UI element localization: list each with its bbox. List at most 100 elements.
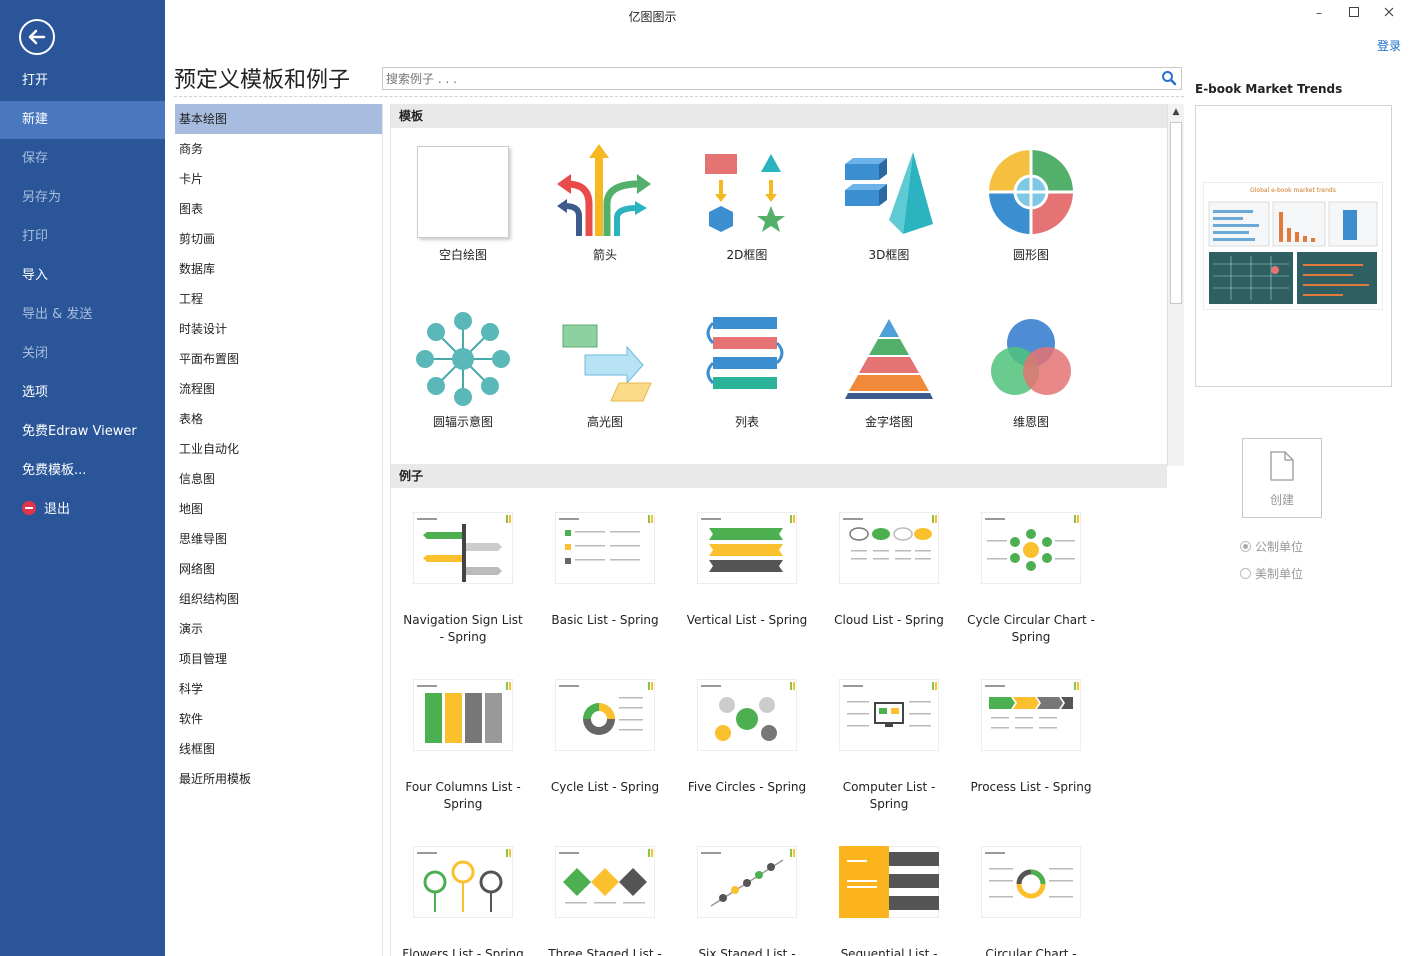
example-circular-chart[interactable]: Circular Chart - <box>960 846 1102 956</box>
example-thumbnail <box>413 679 513 751</box>
nav-export-send[interactable]: 导出 & 发送 <box>0 296 165 334</box>
create-button[interactable]: 创建 <box>1242 438 1322 518</box>
nav-options[interactable]: 选项 <box>0 374 165 412</box>
example-vertical-list[interactable]: Vertical List - Spring <box>676 512 818 662</box>
template-label: 2D框图 <box>726 248 768 262</box>
template-arrows[interactable]: 箭头 <box>540 142 670 292</box>
nav-exit[interactable]: 退出 <box>0 491 165 529</box>
nav-open[interactable]: 打开 <box>0 62 165 100</box>
category-item[interactable]: 信息图 <box>175 464 382 494</box>
back-button[interactable] <box>19 19 55 55</box>
back-arrow-icon <box>28 29 46 45</box>
example-label: Six Staged List - <box>698 947 796 956</box>
category-item[interactable]: 工业自动化 <box>175 434 382 464</box>
metric-units-option[interactable]: 公制单位 <box>1240 538 1303 555</box>
category-item[interactable]: 项目管理 <box>175 644 382 674</box>
example-thumbnail <box>981 512 1081 584</box>
nav-free-templates[interactable]: 免费模板... <box>0 452 165 490</box>
category-item[interactable]: 线框图 <box>175 734 382 764</box>
example-thumbnail <box>697 846 797 918</box>
nav-import[interactable]: 导入 <box>0 257 165 295</box>
nav-print[interactable]: 打印 <box>0 218 165 256</box>
pyramid-icon <box>839 309 939 409</box>
template-blank[interactable]: 空白绘图 <box>398 142 528 292</box>
example-cycle-list[interactable]: Cycle List - Spring <box>534 679 676 829</box>
app-window: 打开 新建 保存 另存为 打印 导入 导出 & 发送 关闭 选项 免费Edraw… <box>0 0 1409 956</box>
example-cloud-list[interactable]: Cloud List - Spring <box>818 512 960 662</box>
preview-thumbnail: Global e-book market trends <box>1203 182 1383 310</box>
template-gallery: 模板 空白绘图 箭头 2D框图 3D框图 圆形图 圆辐示意图 高光图 列表 金字… <box>390 104 1184 956</box>
example-label: Four Columns List - Spring <box>405 780 521 811</box>
search-icon[interactable] <box>1161 70 1177 86</box>
category-item[interactable]: 演示 <box>175 614 382 644</box>
category-item[interactable]: 流程图 <box>175 374 382 404</box>
highlight-icon <box>555 309 655 409</box>
example-three-staged-list[interactable]: Three Staged List - <box>534 846 676 956</box>
example-thumbnail <box>839 512 939 584</box>
template-3d-block[interactable]: 3D框图 <box>824 142 954 292</box>
example-four-columns-list[interactable]: Four Columns List - Spring <box>392 679 534 829</box>
nav-close[interactable]: 关闭 <box>0 335 165 373</box>
category-item[interactable]: 商务 <box>175 134 382 164</box>
category-item[interactable]: 平面布置图 <box>175 344 382 374</box>
minimize-button[interactable]: – <box>1308 4 1330 22</box>
3d-block-icon <box>839 142 939 242</box>
nav-free-viewer[interactable]: 免费Edraw Viewer <box>0 413 165 451</box>
gallery-scrollbar[interactable]: ▲ <box>1167 104 1184 466</box>
category-item[interactable]: 表格 <box>175 404 382 434</box>
nav-exit-label: 退出 <box>44 502 71 517</box>
pie-circle-icon <box>981 142 1081 242</box>
divider <box>174 96 1184 97</box>
example-six-staged-list[interactable]: Six Staged List - <box>676 846 818 956</box>
category-item[interactable]: 地图 <box>175 494 382 524</box>
example-navigation-sign-list[interactable]: Navigation Sign List - Spring <box>392 512 534 662</box>
category-item[interactable]: 卡片 <box>175 164 382 194</box>
template-radial[interactable]: 圆辐示意图 <box>398 309 528 459</box>
example-computer-list[interactable]: Computer List - Spring <box>818 679 960 829</box>
template-highlight[interactable]: 高光图 <box>540 309 670 459</box>
maximize-button[interactable] <box>1343 4 1365 22</box>
template-label: 维恩图 <box>1012 415 1049 429</box>
example-five-circles[interactable]: Five Circles - Spring <box>676 679 818 829</box>
template-list[interactable]: 列表 <box>682 309 812 459</box>
template-pyramid[interactable]: 金字塔图 <box>824 309 954 459</box>
example-flowers-list[interactable]: Flowers List - Spring <box>392 846 534 956</box>
close-button[interactable] <box>1378 4 1400 22</box>
category-item[interactable]: 网络图 <box>175 554 382 584</box>
us-units-option[interactable]: 美制单位 <box>1240 565 1303 582</box>
category-item[interactable]: 思维导图 <box>175 524 382 554</box>
category-item[interactable]: 剪切画 <box>175 224 382 254</box>
page-title: 预定义模板和例子 <box>174 68 351 93</box>
template-label: 高光图 <box>586 415 623 429</box>
example-label: Cloud List - Spring <box>834 613 944 627</box>
nav-save-as[interactable]: 另存为 <box>0 179 165 217</box>
search-input[interactable] <box>383 68 1143 89</box>
example-thumbnail <box>555 846 655 918</box>
nav-new[interactable]: 新建 <box>0 101 165 139</box>
category-item[interactable]: 图表 <box>175 194 382 224</box>
category-item[interactable]: 科学 <box>175 674 382 704</box>
example-sequential-list[interactable]: Sequential List - <box>818 846 960 956</box>
category-item[interactable]: 时装设计 <box>175 314 382 344</box>
scroll-up-icon[interactable]: ▲ <box>1168 104 1184 120</box>
template-2d-block[interactable]: 2D框图 <box>682 142 812 292</box>
arrows-icon <box>555 142 655 242</box>
category-item[interactable]: 数据库 <box>175 254 382 284</box>
login-link[interactable]: 登录 <box>1377 37 1401 54</box>
example-label: Process List - Spring <box>970 780 1092 794</box>
category-item[interactable]: 组织结构图 <box>175 584 382 614</box>
scroll-thumb[interactable] <box>1170 122 1182 304</box>
category-item[interactable]: 最近所用模板 <box>175 764 382 794</box>
category-item[interactable]: 工程 <box>175 284 382 314</box>
nav-save[interactable]: 保存 <box>0 140 165 178</box>
window-title: 亿图图示 <box>628 10 677 24</box>
example-cycle-circular-chart[interactable]: Cycle Circular Chart - Spring <box>960 512 1102 662</box>
metric-units-label: 公制单位 <box>1255 540 1304 554</box>
category-item[interactable]: 基本绘图 <box>175 104 382 134</box>
category-item[interactable]: 软件 <box>175 704 382 734</box>
example-basic-list[interactable]: Basic List - Spring <box>534 512 676 662</box>
example-process-list[interactable]: Process List - Spring <box>960 679 1102 829</box>
example-label: Vertical List - Spring <box>686 613 808 627</box>
template-venn[interactable]: 维恩图 <box>966 309 1096 459</box>
template-circular[interactable]: 圆形图 <box>966 142 1096 292</box>
